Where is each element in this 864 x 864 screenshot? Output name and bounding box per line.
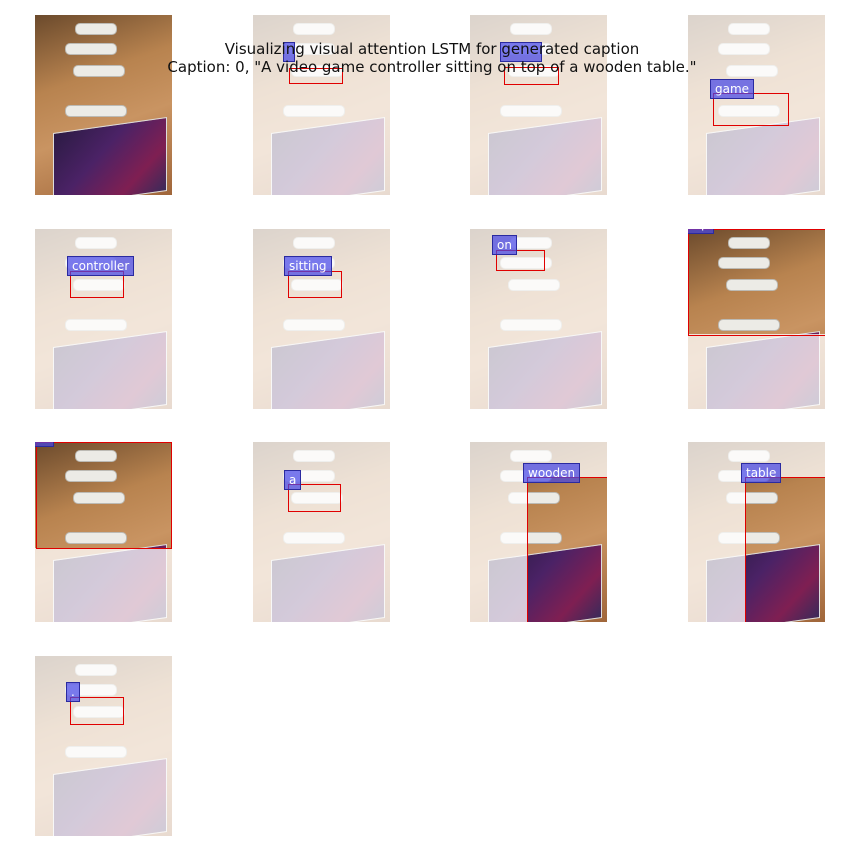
attention-panel: .	[35, 656, 172, 836]
word-label: table	[741, 463, 782, 483]
caption-text: Caption: 0, "A video game controller sit…	[167, 58, 697, 76]
attention-panel: wooden	[470, 442, 607, 622]
attention-box	[688, 229, 825, 336]
word-label: wooden	[523, 463, 581, 483]
attention-panel: table	[688, 442, 825, 622]
attention-box	[527, 477, 607, 622]
attention-mask	[35, 656, 172, 836]
word-label: controller	[67, 256, 135, 276]
word-label: game	[710, 79, 755, 99]
word-label: sitting	[284, 256, 332, 276]
word-label: of	[35, 442, 54, 447]
word-label: on	[492, 235, 517, 255]
attention-panel: a	[253, 442, 390, 622]
word-label: a	[284, 470, 302, 490]
attention-panel: sitting	[253, 229, 390, 409]
attention-mask	[688, 442, 745, 622]
word-label: .	[66, 682, 80, 702]
attention-mask	[253, 442, 390, 622]
attention-panel: controller	[35, 229, 172, 409]
attention-box	[745, 477, 825, 622]
attention-panel: on	[470, 229, 607, 409]
attention-box	[36, 442, 172, 549]
attention-mask	[35, 548, 172, 622]
attention-panel: of	[35, 442, 172, 622]
figure-title: Visualizing visual attention LSTM for ge…	[224, 40, 640, 58]
word-label: top	[688, 229, 714, 234]
attention-panel: top	[688, 229, 825, 409]
attention-mask	[470, 442, 527, 622]
attention-mask	[688, 334, 825, 409]
